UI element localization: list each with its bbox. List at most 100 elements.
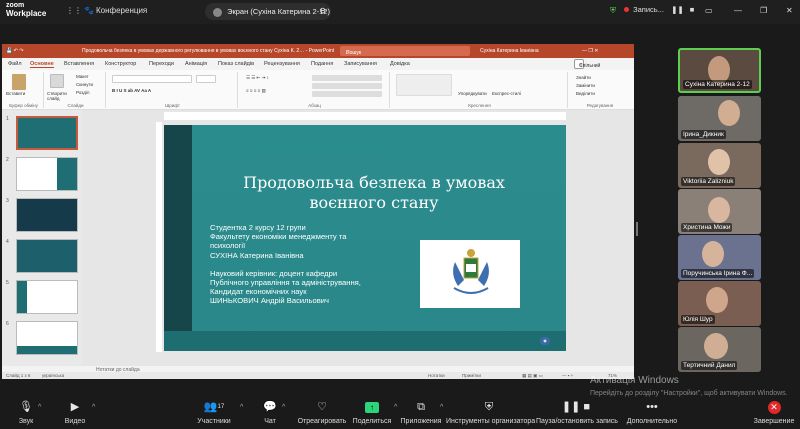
pause-recording-button[interactable]: ❚❚ ■ Пауза/остановить запись — [536, 400, 618, 425]
find-button[interactable]: Знайти — [576, 75, 591, 80]
tab-view[interactable]: Подання — [311, 61, 333, 67]
audio-button[interactable]: 🎙 Звук — [12, 400, 40, 425]
slide-thumbnail[interactable] — [16, 239, 78, 273]
tab-transitions[interactable]: Переходи — [149, 61, 174, 67]
zoom-window: zoom Workplace ⋮⋮ 🐾 Конференция Экран (С… — [0, 0, 800, 429]
new-slide-button[interactable]: Створити слайд — [47, 91, 71, 101]
share-screen-button[interactable]: ↑ Поделиться — [350, 400, 394, 425]
slide-thumbnail[interactable] — [16, 116, 78, 150]
user-avatar-icon — [213, 7, 222, 17]
chevron-up-icon[interactable]: ^ — [92, 404, 95, 411]
apps-button[interactable]: ⧉ Приложения — [398, 400, 444, 425]
participant-tile[interactable]: Христина Можи — [678, 189, 761, 234]
chat-button[interactable]: 💬 Чат — [258, 400, 282, 425]
ppt-status-bar: Слайд 1 з 6 українська Нотатки Примітки … — [2, 372, 634, 379]
slide-side-panel — [164, 125, 192, 351]
participant-tile[interactable]: Тертичний Данил — [678, 327, 761, 372]
host-tools-button[interactable]: ⛨ Инструменты организатора — [446, 400, 535, 425]
video-button[interactable]: ▶ Видео — [60, 400, 90, 425]
zoom-slider[interactable]: — ▪ + — [562, 373, 573, 378]
participant-tile[interactable]: Viktoriia Zalizniuk — [678, 143, 761, 188]
window-controls-icon[interactable]: — ❐ ✕ — [582, 48, 598, 54]
share-screen-icon: ↑ — [365, 402, 379, 413]
section-button[interactable]: Розділ — [76, 90, 89, 95]
select-button[interactable]: Виділити — [576, 91, 595, 96]
participant-tile[interactable]: Ірина_Дикник — [678, 96, 761, 141]
scroll-handle[interactable] — [636, 222, 638, 236]
share-button[interactable]: ⇪ Спільний доступ — [574, 59, 600, 75]
slide-thumbnail[interactable] — [16, 157, 78, 191]
save-icon[interactable]: 💾 ↶ ↷ — [6, 48, 23, 54]
list-icons[interactable]: ☰ ☰ ⇤ ⇥ ↕ — [246, 75, 269, 81]
slide-title[interactable]: Продовольча безпека в умовах воєнного ст… — [204, 173, 544, 213]
heart-icon: ♡ — [317, 401, 327, 413]
tab-slideshow[interactable]: Показ слайдів — [218, 61, 254, 67]
slide-thumbnail[interactable] — [16, 280, 78, 314]
tab-insert[interactable]: Вставлення — [64, 61, 94, 67]
tab-review[interactable]: Рецензування — [264, 61, 300, 67]
tab-recording[interactable]: Записування — [344, 61, 377, 67]
shared-powerpoint: 💾 ↶ ↷ Продовольча безпека в умовах держа… — [2, 44, 634, 379]
paste-button[interactable]: Вставити — [6, 91, 25, 96]
end-button[interactable]: ✕ Завершение — [752, 400, 796, 425]
vertical-ruler — [156, 122, 162, 352]
ribbon-tabs: Файл Основне Вставлення Конструктор Пере… — [2, 58, 634, 75]
slide-thumbnail[interactable] — [16, 321, 78, 355]
font-size-input[interactable] — [196, 75, 216, 83]
account-name[interactable]: Сухіна Катерина Іванівна — [480, 48, 539, 54]
windows-activation-text: Перейдіть до розділу "Настройки", щоб ак… — [590, 390, 788, 397]
reset-button[interactable]: Скинути — [76, 82, 93, 87]
view-buttons-icon[interactable]: ▦ ▤ ▣ ▭ — [522, 373, 543, 379]
comments-button[interactable]: Примітки — [462, 373, 481, 378]
tab-animations[interactable]: Анімація — [185, 61, 207, 67]
new-slide-icon[interactable] — [50, 74, 64, 88]
more-options-icon[interactable]: ⊖ — [319, 6, 326, 15]
paste-icon[interactable] — [12, 74, 26, 90]
tab-design[interactable]: Конструктор — [105, 61, 136, 67]
participants-button[interactable]: 👥17 Участники — [192, 400, 236, 425]
stop-record-icon[interactable]: ■ — [690, 5, 695, 14]
tab-help[interactable]: Довідка — [390, 61, 410, 67]
ribbon: Вставити Буфер обміну Створити слайд Мак… — [2, 70, 634, 110]
chevron-up-icon[interactable]: ^ — [38, 404, 41, 411]
coat-of-arms-image[interactable] — [420, 240, 520, 308]
view-icon[interactable]: ▭ — [705, 6, 713, 15]
search-box[interactable]: ⌕ Пошук — [340, 46, 470, 56]
shapes-gallery[interactable] — [396, 74, 452, 96]
slide-editing-area: Продовольча безпека в умовах воєнного ст… — [82, 110, 634, 366]
pause-record-icon[interactable]: ❚❚ — [671, 5, 684, 14]
ppt-title-bar: 💾 ↶ ↷ Продовольча безпека в умовах держа… — [2, 44, 634, 58]
close-icon[interactable]: ✕ — [786, 6, 793, 15]
react-button[interactable]: ♡ Отреагировать — [294, 400, 350, 425]
tab-file[interactable]: Файл — [8, 61, 22, 67]
chevron-up-icon[interactable]: ^ — [282, 404, 285, 411]
arrange-button[interactable]: Упорядкувати — [458, 91, 487, 96]
conference-label[interactable]: Конференция — [96, 6, 147, 15]
participant-tile[interactable]: Юлія Шур — [678, 281, 761, 326]
chevron-up-icon[interactable]: ^ — [394, 404, 397, 411]
align-icons[interactable]: ≡ ≡ ≡ ≡ ▥ — [246, 88, 266, 94]
layout-button[interactable]: Макет — [76, 74, 89, 79]
chevron-up-icon[interactable]: ^ — [440, 404, 443, 411]
grid-icon[interactable]: ⋮⋮ — [66, 6, 82, 15]
slide-thumbnail[interactable] — [16, 198, 78, 232]
quick-styles-button[interactable]: Експрес-стилі — [492, 91, 521, 96]
chevron-up-icon[interactable]: ^ — [240, 404, 243, 411]
current-slide[interactable]: Продовольча безпека в умовах воєнного ст… — [164, 125, 566, 351]
slide-body-text[interactable]: Студентка 2 курсу 12 групи Факультету ек… — [210, 223, 420, 306]
restore-icon[interactable]: ❐ — [760, 6, 767, 15]
more-button[interactable]: ••• Дополнительно — [620, 400, 684, 425]
participant-tile[interactable]: Сухіна Катерина 2-12 — [678, 48, 761, 93]
font-format-icons[interactable]: B I U S ab AV Aa A — [112, 88, 151, 93]
participant-tile[interactable]: Поручинська Ірина Ф... — [678, 235, 761, 280]
shield-icon[interactable]: ⛨ — [610, 6, 616, 16]
tab-home[interactable]: Основне — [30, 61, 54, 68]
notes-button[interactable]: Нотатки — [428, 373, 445, 378]
screen-share-indicator[interactable]: Экран (Сухіна Катерина 2-12) ⊖ — [205, 3, 331, 20]
font-name-input[interactable] — [112, 75, 192, 83]
replace-button[interactable]: Замінити — [576, 83, 595, 88]
align-text-control — [312, 83, 382, 89]
minimize-icon[interactable]: — — [734, 6, 742, 15]
apps-icon: ⧉ — [417, 401, 425, 413]
participant-video — [708, 149, 730, 175]
